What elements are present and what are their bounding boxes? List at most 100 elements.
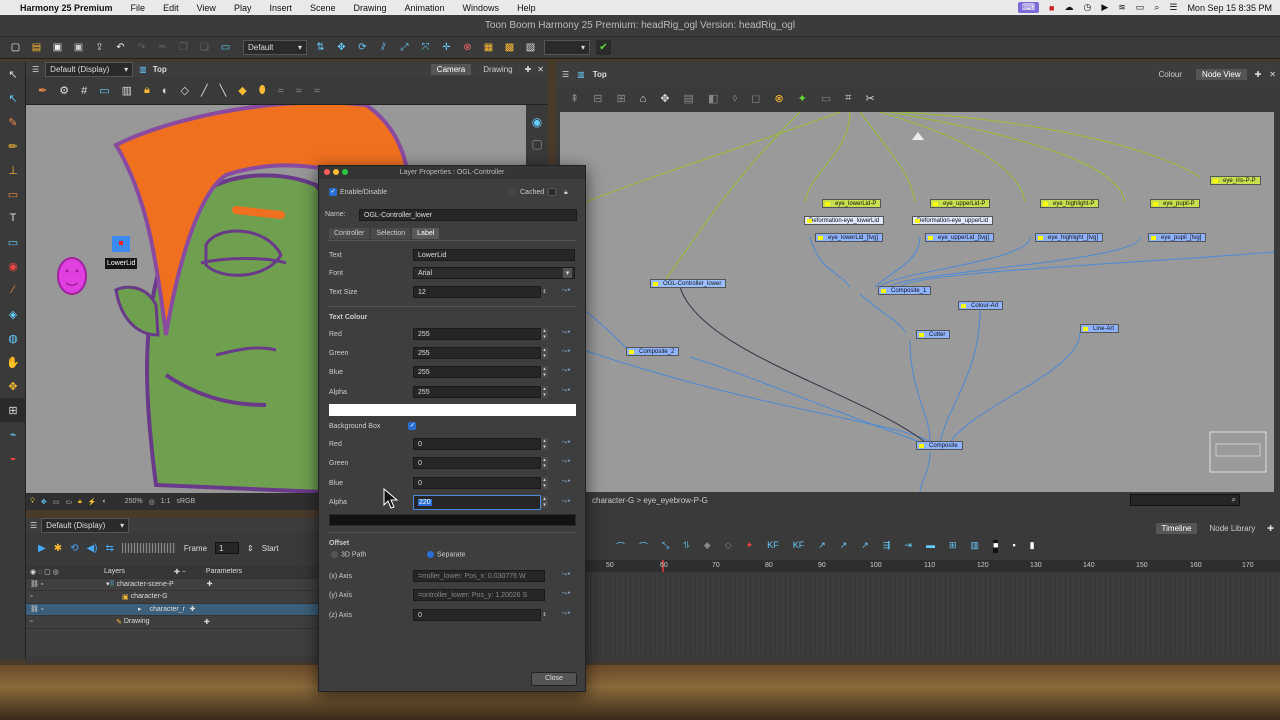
- text-colour-swatch[interactable]: [329, 404, 576, 416]
- close-button[interactable]: Close: [531, 672, 577, 686]
- zoom-window-icon[interactable]: [342, 169, 348, 175]
- function-icon[interactable]: ⤳▾: [556, 571, 576, 581]
- field-guide-icon[interactable]: ▥: [122, 84, 132, 97]
- menu-edit[interactable]: Edit: [154, 3, 188, 13]
- node-eye-lowerlid-p[interactable]: eye_lowerLid-P: [822, 199, 882, 208]
- play-icon[interactable]: ▶: [38, 543, 46, 554]
- text-size-stepper[interactable]: ⇕: [541, 286, 548, 298]
- rotate-icon[interactable]: ⟳: [355, 40, 370, 55]
- dropper-icon[interactable]: ⁄: [0, 278, 26, 302]
- camera-icon[interactable]: ▦: [481, 40, 496, 55]
- insert-icon[interactable]: ⇶: [883, 540, 891, 553]
- node-eye-pupil-p[interactable]: eye_pupil-P: [1150, 199, 1200, 208]
- square3-icon[interactable]: ▮: [1030, 540, 1035, 553]
- node-deformation-lowerlid[interactable]: Deformation-eye_lowerLid: [804, 216, 885, 225]
- menu-help[interactable]: Help: [508, 3, 545, 13]
- frame-ruler[interactable]: 50 60 70 80 90 100 110 120 130 140 150 1…: [586, 560, 1280, 572]
- save-icon[interactable]: ▣: [50, 40, 65, 55]
- keyboard-icon[interactable]: ⌨: [1018, 2, 1040, 13]
- cached-swatch[interactable]: [548, 188, 557, 196]
- menu-scene[interactable]: Scene: [301, 3, 345, 13]
- tab-label[interactable]: Label: [412, 228, 440, 239]
- node-composite[interactable]: Composite: [916, 441, 963, 450]
- waypoint-icon[interactable]: ⬨: [732, 92, 737, 105]
- tab-timeline[interactable]: Timeline: [1155, 522, 1198, 534]
- workspace-manager-icon[interactable]: ⇅: [313, 40, 328, 55]
- open-icon[interactable]: ▤: [29, 40, 44, 55]
- node-colour-art[interactable]: Colour-Art: [958, 301, 1004, 310]
- frame-field[interactable]: 1: [215, 542, 240, 554]
- tab-camera[interactable]: Camera: [430, 64, 472, 75]
- ease-icon[interactable]: ⌒: [616, 540, 625, 553]
- text-icon[interactable]: T: [0, 206, 26, 230]
- stop-motion-icon[interactable]: ⥮: [683, 540, 690, 553]
- x-axis-field[interactable]: =rroller_lower: Pos_x: 0.030776 W: [413, 570, 545, 582]
- pencil-line-icon[interactable]: ╱: [201, 84, 208, 97]
- layer-toggles[interactable]: ▫: [26, 593, 122, 600]
- brush-icon[interactable]: ✎: [0, 110, 26, 134]
- layer-toggles[interactable]: ▫: [26, 618, 116, 625]
- node-ogl-controller[interactable]: OGL-Controller_lower: [650, 279, 727, 288]
- scrub-icon[interactable]: ⇆: [106, 543, 114, 554]
- function-icon[interactable]: ⤳▾: [556, 387, 576, 397]
- node-graph[interactable]: eye_lowerLid-P eye_upperLid-P eye_highli…: [560, 112, 1274, 492]
- play-icon[interactable]: ▶: [1101, 2, 1108, 13]
- name-field[interactable]: OGL-Controller_lower: [359, 209, 577, 221]
- transform-icon[interactable]: ✥: [334, 40, 349, 55]
- node-lowerlid-tvg[interactable]: eye_lowerLid_[tvg]: [815, 233, 884, 242]
- bg-green-stepper[interactable]: ▴ ▾: [541, 457, 548, 469]
- shape-icon[interactable]: ▭: [0, 230, 26, 254]
- kf-icon[interactable]: KF: [767, 540, 779, 553]
- breadcrumb[interactable]: Top: [153, 65, 167, 74]
- motion-icon[interactable]: ⤡: [662, 540, 669, 553]
- function-icon[interactable]: ⤳▾: [556, 478, 576, 488]
- minimize-window-icon[interactable]: [333, 169, 339, 175]
- stamp-icon[interactable]: ⊥: [0, 158, 26, 182]
- controller-icon[interactable]: ⊞: [0, 398, 26, 422]
- recenter-icon[interactable]: ◉: [526, 115, 548, 129]
- eraser-icon[interactable]: ▭: [0, 182, 26, 206]
- camera-mask-icon[interactable]: ▢: [526, 137, 548, 151]
- morph-icon[interactable]: ◈: [0, 302, 26, 326]
- node-line-art[interactable]: Line-Art: [1080, 324, 1120, 333]
- background-box-checkbox[interactable]: ✓: [408, 422, 417, 430]
- hand-icon[interactable]: ✋: [0, 350, 26, 374]
- function-icon[interactable]: ⤳▾: [556, 287, 576, 297]
- node-highlight-tvg[interactable]: eye_highlight_[tvg]: [1035, 233, 1104, 242]
- tc-green-stepper[interactable]: ▴ ▾: [541, 347, 548, 359]
- exposure-grid[interactable]: [586, 574, 1280, 654]
- close-icon[interactable]: ✕: [537, 65, 544, 74]
- bolt-icon[interactable]: ⚡: [88, 498, 97, 506]
- function-icon[interactable]: ⤳▾: [556, 329, 576, 339]
- reset-icon[interactable]: ⊗: [460, 40, 475, 55]
- cloud-icon[interactable]: ☁: [1064, 2, 1073, 13]
- light-table-icon[interactable]: ◇: [181, 84, 189, 97]
- tc-green-field[interactable]: 255: [413, 347, 541, 359]
- node-eye-highlight-p[interactable]: eye_highlight-P: [1040, 199, 1100, 208]
- drawing-node-icon[interactable]: ▭: [821, 92, 831, 105]
- tools-icon[interactable]: ✂: [865, 92, 874, 105]
- menu-drawing[interactable]: Drawing: [345, 3, 396, 13]
- close-window-icon[interactable]: [324, 169, 330, 175]
- datetime[interactable]: Mon Sep 15 8:35 PM: [1187, 3, 1272, 13]
- new-icon[interactable]: ▢: [8, 40, 23, 55]
- layer-toggles[interactable]: ⛓ ▫: [26, 605, 138, 613]
- node-pupil-tvg[interactable]: eye_pupil_[tvg]: [1148, 233, 1207, 242]
- onion-status-icon[interactable]: ◐: [102, 498, 106, 505]
- ratio-value[interactable]: 1:1: [161, 498, 171, 505]
- center-icon[interactable]: ✥: [660, 92, 669, 105]
- menu-view[interactable]: View: [188, 3, 225, 13]
- node-icon[interactable]: ▤: [684, 92, 694, 105]
- network-icon[interactable]: ⊞: [616, 92, 625, 105]
- clock-icon[interactable]: ◷: [1083, 2, 1091, 13]
- bg-red-field[interactable]: 0: [413, 438, 541, 450]
- add-icon[interactable]: ✚: [190, 605, 196, 613]
- copy-icon[interactable]: ❐: [176, 40, 191, 55]
- undo-icon[interactable]: ↶: [113, 40, 128, 55]
- skew-icon[interactable]: ⫽: [376, 40, 391, 55]
- add-layer-icon[interactable]: ✚ −: [174, 568, 186, 576]
- key-icon[interactable]: ◆: [704, 540, 711, 553]
- abc-icon[interactable]: ⌗: [845, 92, 851, 105]
- function-icon[interactable]: ⤳▾: [556, 610, 576, 620]
- onion-skin-icon[interactable]: ◐: [162, 85, 169, 97]
